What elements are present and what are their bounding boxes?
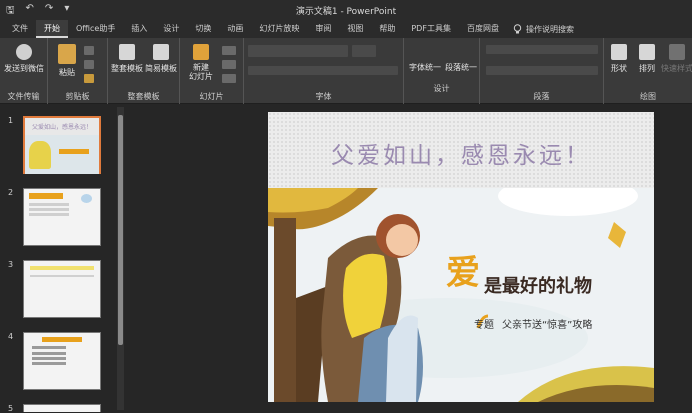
- full-template-button[interactable]: 整套模板: [111, 44, 143, 74]
- paste-button[interactable]: 粘贴: [54, 44, 80, 78]
- group-label-slides: 幻灯片: [199, 92, 224, 101]
- reset-icon[interactable]: [222, 60, 236, 69]
- current-slide[interactable]: 父爱如山，感恩永远！ 爱 是最好的礼物 专题 父亲节送“惊喜”攻略: [268, 112, 654, 402]
- new-slide-button[interactable]: 新建 幻灯片: [186, 44, 216, 81]
- thumb-number: 1: [8, 116, 14, 125]
- title-bar: 🖫 ↶ ↷ ▾ 演示文稿1 - PowerPoint: [0, 0, 692, 20]
- group-file-transfer: 发送到微信 文件传输: [0, 38, 48, 104]
- alignment-controls[interactable]: [486, 66, 598, 75]
- thumb-number: 3: [8, 260, 14, 269]
- tab-baidu-netdisk[interactable]: 百度网盘: [459, 20, 507, 38]
- quick-style-icon: [669, 44, 685, 60]
- slide-illustration: 爱 是最好的礼物 专题 父亲节送“惊喜”攻略: [268, 188, 654, 402]
- arrange-icon: [639, 44, 655, 60]
- tab-view[interactable]: 视图: [339, 20, 371, 38]
- slide-header: 父爱如山，感恩永远！: [268, 112, 654, 188]
- lightbulb-icon: [513, 24, 522, 34]
- tab-design[interactable]: 设计: [155, 20, 187, 38]
- group-design: 字体统一 段落统一 设计: [404, 38, 480, 104]
- group-label-font: 字体: [315, 92, 332, 101]
- tab-home[interactable]: 开始: [36, 20, 68, 38]
- group-drawing: 形状 排列 快速样式 绘图: [604, 38, 692, 104]
- simple-template-icon: [153, 44, 169, 60]
- group-font: 字体: [244, 38, 404, 104]
- layout-icon[interactable]: [222, 46, 236, 55]
- tab-review[interactable]: 审阅: [307, 20, 339, 38]
- section-icon[interactable]: [222, 74, 236, 83]
- tab-animations[interactable]: 动画: [219, 20, 251, 38]
- tab-insert[interactable]: 插入: [123, 20, 155, 38]
- subtitle-main: 父亲节送“惊喜”攻略: [502, 320, 593, 331]
- group-label-drawing: 绘图: [640, 92, 656, 101]
- slide-subtitle[interactable]: 专题 父亲节送“惊喜”攻略: [474, 316, 592, 331]
- ribbon-tabs: 文件 开始 Office助手 插入 设计 切换 动画 幻灯片放映 审阅 视图 帮…: [0, 20, 692, 38]
- thumb1-image: [25, 135, 99, 174]
- tab-help[interactable]: 帮助: [371, 20, 403, 38]
- wechat-icon: [16, 44, 32, 60]
- group-template: 整套模板 简易模板 整套模板: [108, 38, 180, 104]
- window-title: 演示文稿1 - PowerPoint: [295, 7, 397, 17]
- list-controls[interactable]: [486, 45, 598, 54]
- shapes-button[interactable]: 形状: [606, 44, 632, 74]
- slide-title[interactable]: 父爱如山，感恩永远！: [268, 136, 654, 170]
- group-label-design: 设计: [433, 84, 450, 93]
- father-child-illustration: [268, 188, 654, 402]
- slide-thumbnail-5[interactable]: [23, 404, 101, 412]
- tab-office-assistant[interactable]: Office助手: [68, 20, 123, 38]
- slide-slogan[interactable]: 是最好的礼物: [484, 272, 592, 298]
- tell-me-label: 操作说明搜索: [525, 24, 574, 34]
- cut-icon[interactable]: [84, 46, 94, 55]
- slide-thumbnail-panel: 1 父爱如山，感恩永远！ 2 3 4 5: [0, 105, 126, 413]
- subtitle-prefix: 专题: [474, 320, 494, 331]
- slide-thumbnail-4[interactable]: [23, 332, 101, 390]
- group-clipboard: 粘贴 剪贴板: [48, 38, 108, 104]
- clipboard-icon: [58, 44, 76, 64]
- paragraph-unify-button[interactable]: 段落统一: [444, 62, 478, 73]
- slide-thumbnail-2[interactable]: [23, 188, 101, 246]
- thumb-number: 4: [8, 332, 14, 341]
- shapes-icon: [611, 44, 627, 60]
- format-painter-icon[interactable]: [84, 74, 94, 83]
- big-love-character[interactable]: 爱: [446, 245, 480, 294]
- tab-pdf-tools[interactable]: PDF工具集: [403, 20, 459, 38]
- tab-file[interactable]: 文件: [4, 20, 36, 38]
- thumb-number: 2: [8, 188, 14, 197]
- group-slides: 新建 幻灯片 幻灯片: [180, 38, 244, 104]
- group-label-template: 整套模板: [127, 92, 160, 101]
- full-template-icon: [119, 44, 135, 60]
- group-label-clipboard: 剪贴板: [65, 92, 90, 101]
- simple-template-button[interactable]: 简易模板: [145, 44, 177, 74]
- slide-thumbnail-1[interactable]: 父爱如山，感恩永远！: [23, 116, 101, 174]
- copy-icon[interactable]: [84, 60, 94, 69]
- thumbnail-scrollbar[interactable]: [117, 107, 124, 410]
- group-label-paragraph: 段落: [533, 92, 550, 101]
- font-size-select[interactable]: [352, 45, 376, 57]
- arrange-button[interactable]: 排列: [634, 44, 660, 74]
- font-unify-button[interactable]: 字体统一: [408, 62, 442, 73]
- slide-thumbnail-3[interactable]: [23, 260, 101, 318]
- group-label-file: 文件传输: [7, 92, 40, 101]
- tab-transitions[interactable]: 切换: [187, 20, 219, 38]
- quick-style-button[interactable]: 快速样式: [661, 44, 692, 74]
- tell-me-search[interactable]: 操作说明搜索: [513, 24, 574, 35]
- send-to-wechat-button[interactable]: 发送到微信: [4, 44, 44, 74]
- font-style-row[interactable]: [248, 66, 398, 75]
- font-family-select[interactable]: [248, 45, 348, 57]
- tab-slideshow[interactable]: 幻灯片放映: [251, 20, 307, 38]
- new-slide-icon: [193, 44, 209, 60]
- group-paragraph: 段落: [480, 38, 604, 104]
- scrollbar-thumb[interactable]: [118, 115, 123, 345]
- ribbon: 发送到微信 文件传输 粘贴 剪贴板 整套模板 简易模板 整套模板 新建 幻灯片: [0, 38, 692, 104]
- thumb1-title: 父爱如山，感恩永远！: [25, 118, 99, 135]
